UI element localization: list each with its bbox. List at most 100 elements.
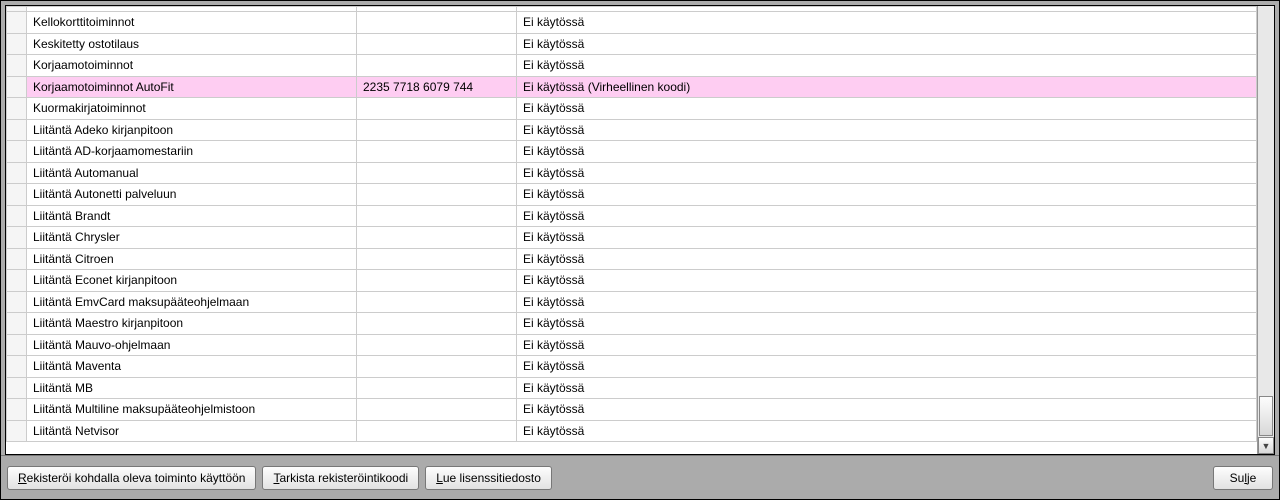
row-handle[interactable] — [7, 270, 27, 292]
table-row[interactable]: Liitäntä Chrysler Ei käytössä — [7, 227, 1257, 249]
close-pre: Su — [1230, 471, 1245, 485]
vertical-scrollbar[interactable]: ▼ — [1257, 6, 1274, 454]
cell-code — [357, 33, 517, 55]
row-handle[interactable] — [7, 184, 27, 206]
row-handle[interactable] — [7, 248, 27, 270]
license-window: KellokorttitoiminnotEi käytössäKeskitett… — [0, 0, 1280, 500]
row-handle[interactable] — [7, 399, 27, 421]
table-row[interactable]: Kellokorttitoiminnot Ei käytössä — [7, 12, 1257, 34]
table-row[interactable]: Liitäntä AD-korjaamomestariinEi käytössä — [7, 141, 1257, 163]
row-handle[interactable] — [7, 356, 27, 378]
row-handle[interactable] — [7, 119, 27, 141]
cell-status: Ei käytössä — [517, 313, 1257, 335]
row-handle[interactable] — [7, 227, 27, 249]
cell-name: Liitäntä Citroen — [27, 248, 357, 270]
cell-name: Liitäntä Econet kirjanpitoon — [27, 270, 357, 292]
cell-status: Ei käytössä — [517, 119, 1257, 141]
cell-name: Kuormakirjatoiminnot — [27, 98, 357, 120]
cell-status: Ei käytössä — [517, 420, 1257, 442]
cell-code — [357, 334, 517, 356]
cell-code — [357, 119, 517, 141]
register-button-rest: ekisteröi kohdalla oleva toiminto käyttö… — [27, 471, 246, 485]
table-row[interactable]: Liitäntä Multiline maksupääteohjelmistoo… — [7, 399, 1257, 421]
table-row[interactable]: Liitäntä Netvisor Ei käytössä — [7, 420, 1257, 442]
table-row[interactable]: Liitäntä Autonetti palveluun Ei käytössä — [7, 184, 1257, 206]
scroll-down-button[interactable]: ▼ — [1258, 437, 1274, 454]
cell-status: Ei käytössä — [517, 377, 1257, 399]
close-post: je — [1247, 471, 1256, 485]
register-button[interactable]: Rekisteröi kohdalla oleva toiminto käytt… — [7, 466, 256, 490]
cell-status: Ei käytössä — [517, 334, 1257, 356]
read-button-ul: L — [436, 471, 443, 485]
cell-code — [357, 291, 517, 313]
cell-code — [357, 141, 517, 163]
table-row[interactable]: Liitäntä AutomanualEi käytössä — [7, 162, 1257, 184]
cell-status: Ei käytössä — [517, 141, 1257, 163]
cell-status: Ei käytössä — [517, 184, 1257, 206]
register-button-ul: R — [18, 471, 27, 485]
table-scroll-area[interactable]: KellokorttitoiminnotEi käytössäKeskitett… — [6, 6, 1257, 454]
row-handle[interactable] — [7, 334, 27, 356]
row-handle[interactable] — [7, 291, 27, 313]
row-handle[interactable] — [7, 141, 27, 163]
cell-code — [357, 248, 517, 270]
table-row[interactable]: Liitäntä Maestro kirjanpitoonEi käytössä — [7, 313, 1257, 335]
cell-code — [357, 12, 517, 34]
cell-code: 2235 7718 6079 744 — [357, 76, 517, 98]
table-row[interactable]: Liitäntä EmvCard maksupääteohjelmaanEi k… — [7, 291, 1257, 313]
table-container: KellokorttitoiminnotEi käytössäKeskitett… — [5, 5, 1275, 455]
table-row[interactable]: Kuormakirjatoiminnot Ei käytössä — [7, 98, 1257, 120]
table-row[interactable]: Liitäntä Adeko kirjanpitoon Ei käytössä — [7, 119, 1257, 141]
table-row[interactable]: Liitäntä Mauvo-ohjelmaanEi käytössä — [7, 334, 1257, 356]
cell-name: Liitäntä Adeko kirjanpitoon — [27, 119, 357, 141]
cell-code — [357, 313, 517, 335]
cell-status: Ei käytössä — [517, 291, 1257, 313]
row-handle[interactable] — [7, 313, 27, 335]
cell-code — [357, 420, 517, 442]
read-license-file-button[interactable]: Lue lisenssitiedosto — [425, 466, 552, 490]
table-row[interactable]: Korjaamotoiminnot AutoFit2235 7718 6079 … — [7, 76, 1257, 98]
cell-name: Keskitetty ostotilaus — [27, 33, 357, 55]
row-handle[interactable] — [7, 205, 27, 227]
license-table: KellokorttitoiminnotEi käytössäKeskitett… — [6, 6, 1257, 442]
table-row[interactable]: Liitäntä BrandtEi käytössä — [7, 205, 1257, 227]
row-handle[interactable] — [7, 12, 27, 34]
table-row[interactable]: Liitäntä MB Ei käytössä — [7, 377, 1257, 399]
cell-code — [357, 270, 517, 292]
table-row[interactable]: Korjaamotoiminnot Ei käytössä — [7, 55, 1257, 77]
cell-name: Liitäntä MB — [27, 377, 357, 399]
scroll-thumb[interactable] — [1259, 396, 1273, 436]
row-handle[interactable] — [7, 420, 27, 442]
cell-code — [357, 162, 517, 184]
button-bar: Rekisteröi kohdalla oleva toiminto käytt… — [1, 455, 1279, 499]
row-handle[interactable] — [7, 98, 27, 120]
cell-code — [357, 356, 517, 378]
cell-name: Korjaamotoiminnot — [27, 55, 357, 77]
close-button[interactable]: Sulje — [1213, 466, 1273, 490]
scroll-track[interactable] — [1258, 6, 1274, 395]
cell-status: Ei käytössä — [517, 33, 1257, 55]
table-row[interactable]: Liitäntä CitroenEi käytössä — [7, 248, 1257, 270]
cell-status: Ei käytössä — [517, 55, 1257, 77]
cell-status: Ei käytössä — [517, 162, 1257, 184]
table-row[interactable]: Keskitetty ostotilaus Ei käytössä — [7, 33, 1257, 55]
cell-code — [357, 399, 517, 421]
table-row[interactable]: Liitäntä MaventaEi käytössä — [7, 356, 1257, 378]
row-handle[interactable] — [7, 76, 27, 98]
row-handle[interactable] — [7, 55, 27, 77]
read-button-rest: ue lisenssitiedosto — [443, 471, 541, 485]
table-row[interactable]: Liitäntä Econet kirjanpitoonEi käytössä — [7, 270, 1257, 292]
cell-name: Liitäntä Autonetti palveluun — [27, 184, 357, 206]
cell-name: Kellokorttitoiminnot — [27, 12, 357, 34]
cell-name: Liitäntä Netvisor — [27, 420, 357, 442]
cell-name: Liitäntä Multiline maksupääteohjelmistoo… — [27, 399, 357, 421]
cell-status: Ei käytössä — [517, 98, 1257, 120]
check-code-button[interactable]: Tarkista rekisteröintikoodi — [262, 466, 419, 490]
row-handle[interactable] — [7, 162, 27, 184]
cell-status: Ei käytössä — [517, 227, 1257, 249]
cell-code — [357, 98, 517, 120]
row-handle[interactable] — [7, 33, 27, 55]
row-handle[interactable] — [7, 377, 27, 399]
cell-name: Liitäntä Chrysler — [27, 227, 357, 249]
cell-status: Ei käytössä — [517, 12, 1257, 34]
